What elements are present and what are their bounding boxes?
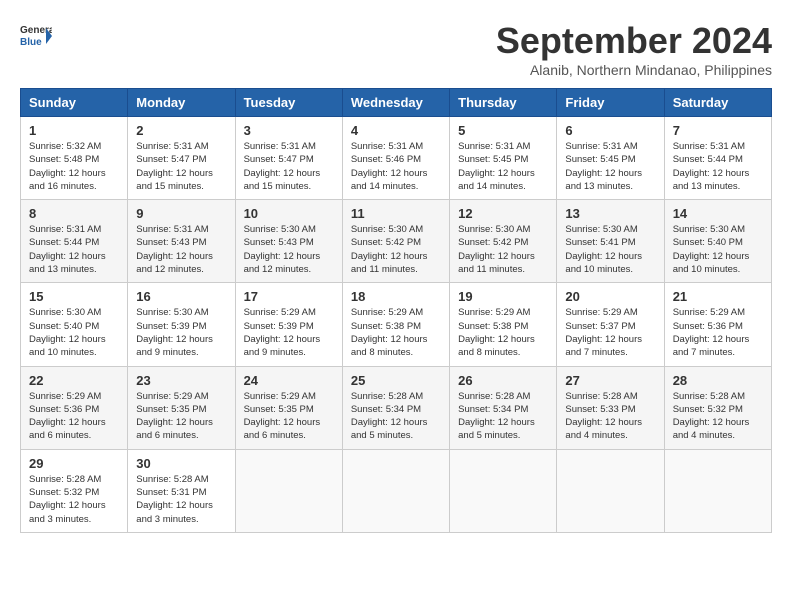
calendar-day-30: 30 Sunrise: 5:28 AMSunset: 5:31 PMDaylig… — [128, 449, 235, 532]
logo: General Blue — [20, 20, 52, 52]
calendar-day-13: 13 Sunrise: 5:30 AMSunset: 5:41 PMDaylig… — [557, 200, 664, 283]
header-saturday: Saturday — [664, 89, 771, 117]
calendar-day-2: 2 Sunrise: 5:31 AMSunset: 5:47 PMDayligh… — [128, 117, 235, 200]
calendar-day-15: 15 Sunrise: 5:30 AMSunset: 5:40 PMDaylig… — [21, 283, 128, 366]
calendar-day-8: 8 Sunrise: 5:31 AMSunset: 5:44 PMDayligh… — [21, 200, 128, 283]
page-header: General Blue September 2024 Alanib, Nort… — [20, 20, 772, 78]
calendar-week-2: 8 Sunrise: 5:31 AMSunset: 5:44 PMDayligh… — [21, 200, 772, 283]
calendar-day-5: 5 Sunrise: 5:31 AMSunset: 5:45 PMDayligh… — [450, 117, 557, 200]
header-monday: Monday — [128, 89, 235, 117]
calendar-day-11: 11 Sunrise: 5:30 AMSunset: 5:42 PMDaylig… — [342, 200, 449, 283]
calendar-week-5: 29 Sunrise: 5:28 AMSunset: 5:32 PMDaylig… — [21, 449, 772, 532]
calendar-day-7: 7 Sunrise: 5:31 AMSunset: 5:44 PMDayligh… — [664, 117, 771, 200]
calendar-day-9: 9 Sunrise: 5:31 AMSunset: 5:43 PMDayligh… — [128, 200, 235, 283]
calendar-day-6: 6 Sunrise: 5:31 AMSunset: 5:45 PMDayligh… — [557, 117, 664, 200]
calendar-day-20: 20 Sunrise: 5:29 AMSunset: 5:37 PMDaylig… — [557, 283, 664, 366]
calendar-day-22: 22 Sunrise: 5:29 AMSunset: 5:36 PMDaylig… — [21, 366, 128, 449]
calendar-week-4: 22 Sunrise: 5:29 AMSunset: 5:36 PMDaylig… — [21, 366, 772, 449]
calendar-day-empty-5 — [664, 449, 771, 532]
header-friday: Friday — [557, 89, 664, 117]
calendar-header-row: Sunday Monday Tuesday Wednesday Thursday… — [21, 89, 772, 117]
header-tuesday: Tuesday — [235, 89, 342, 117]
calendar-week-1: 1 Sunrise: 5:32 AMSunset: 5:48 PMDayligh… — [21, 117, 772, 200]
calendar-day-12: 12 Sunrise: 5:30 AMSunset: 5:42 PMDaylig… — [450, 200, 557, 283]
calendar-day-26: 26 Sunrise: 5:28 AMSunset: 5:34 PMDaylig… — [450, 366, 557, 449]
month-year-title: September 2024 — [496, 20, 772, 62]
calendar-day-empty-3 — [450, 449, 557, 532]
logo-svg-icon: General Blue — [20, 20, 52, 52]
calendar-day-24: 24 Sunrise: 5:29 AMSunset: 5:35 PMDaylig… — [235, 366, 342, 449]
header-sunday: Sunday — [21, 89, 128, 117]
calendar-day-23: 23 Sunrise: 5:29 AMSunset: 5:35 PMDaylig… — [128, 366, 235, 449]
calendar-day-1: 1 Sunrise: 5:32 AMSunset: 5:48 PMDayligh… — [21, 117, 128, 200]
header-thursday: Thursday — [450, 89, 557, 117]
calendar-day-18: 18 Sunrise: 5:29 AMSunset: 5:38 PMDaylig… — [342, 283, 449, 366]
title-block: September 2024 Alanib, Northern Mindanao… — [496, 20, 772, 78]
calendar-day-27: 27 Sunrise: 5:28 AMSunset: 5:33 PMDaylig… — [557, 366, 664, 449]
calendar-day-empty-1 — [235, 449, 342, 532]
calendar-day-empty-4 — [557, 449, 664, 532]
calendar-day-14: 14 Sunrise: 5:30 AMSunset: 5:40 PMDaylig… — [664, 200, 771, 283]
calendar-day-28: 28 Sunrise: 5:28 AMSunset: 5:32 PMDaylig… — [664, 366, 771, 449]
calendar-day-19: 19 Sunrise: 5:29 AMSunset: 5:38 PMDaylig… — [450, 283, 557, 366]
calendar-day-17: 17 Sunrise: 5:29 AMSunset: 5:39 PMDaylig… — [235, 283, 342, 366]
location-subtitle: Alanib, Northern Mindanao, Philippines — [496, 62, 772, 78]
calendar-day-empty-2 — [342, 449, 449, 532]
calendar-table: Sunday Monday Tuesday Wednesday Thursday… — [20, 88, 772, 533]
calendar-day-4: 4 Sunrise: 5:31 AMSunset: 5:46 PMDayligh… — [342, 117, 449, 200]
calendar-day-3: 3 Sunrise: 5:31 AMSunset: 5:47 PMDayligh… — [235, 117, 342, 200]
calendar-day-29: 29 Sunrise: 5:28 AMSunset: 5:32 PMDaylig… — [21, 449, 128, 532]
calendar-week-3: 15 Sunrise: 5:30 AMSunset: 5:40 PMDaylig… — [21, 283, 772, 366]
calendar-day-16: 16 Sunrise: 5:30 AMSunset: 5:39 PMDaylig… — [128, 283, 235, 366]
calendar-day-25: 25 Sunrise: 5:28 AMSunset: 5:34 PMDaylig… — [342, 366, 449, 449]
calendar-day-21: 21 Sunrise: 5:29 AMSunset: 5:36 PMDaylig… — [664, 283, 771, 366]
svg-text:Blue: Blue — [20, 37, 42, 48]
header-wednesday: Wednesday — [342, 89, 449, 117]
calendar-day-10: 10 Sunrise: 5:30 AMSunset: 5:43 PMDaylig… — [235, 200, 342, 283]
